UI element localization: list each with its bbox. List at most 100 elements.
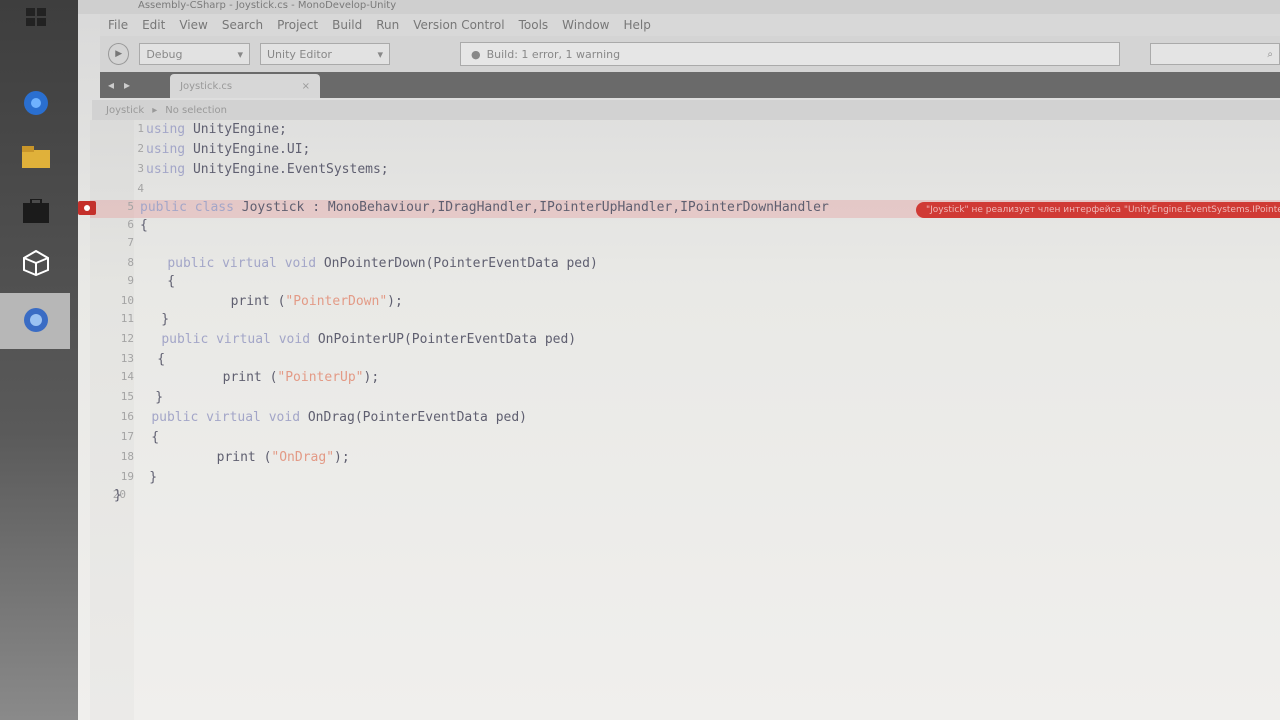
code-line[interactable]: 11 }	[90, 312, 1280, 330]
back-arrow-icon[interactable]: ◂	[108, 78, 114, 98]
code-token: }	[114, 488, 122, 503]
chevron-right-icon: ▸	[152, 104, 158, 116]
code-token: );	[363, 370, 380, 385]
breadcrumb-member[interactable]: No selection	[165, 105, 227, 116]
code-token: : MonoBehaviour,IDragHandler,IPointerUpH…	[312, 200, 829, 215]
menu-window[interactable]: Window	[562, 18, 609, 32]
chrome-icon[interactable]	[18, 88, 54, 118]
target-value: Unity Editor	[267, 47, 332, 61]
code-line[interactable]: 14 print ("PointerUp");	[90, 370, 1280, 388]
code-token: );	[334, 450, 350, 465]
code-token: {	[120, 430, 160, 445]
code-line[interactable]: 10 print ("PointerDown");	[90, 294, 1280, 312]
menu-version-control[interactable]: Version Control	[413, 18, 504, 32]
code-line[interactable]: 1 using UnityEngine;	[90, 122, 1280, 140]
menu-build[interactable]: Build	[332, 18, 362, 32]
code-text: print ("OnDrag");	[154, 450, 350, 465]
code-text: public class Joystick : MonoBehaviour,ID…	[140, 200, 829, 215]
line-number: 7	[127, 236, 134, 249]
code-line[interactable]: 3 using UnityEngine.EventSystems;	[90, 162, 1280, 180]
run-button[interactable]: ▶	[108, 43, 130, 65]
code-line[interactable]: 17 {	[90, 430, 1280, 448]
code-text: {	[140, 218, 148, 233]
menu-run[interactable]: Run	[376, 18, 399, 32]
breadcrumb: Joystick ▸ No selection	[92, 100, 1280, 120]
code-token: using	[146, 122, 186, 137]
code-token: {	[140, 218, 148, 233]
code-line[interactable]: 4	[90, 182, 1280, 200]
chevron-down-icon: ▾	[237, 47, 243, 61]
menu-help[interactable]: Help	[623, 18, 650, 32]
menu-search[interactable]: Search	[222, 18, 263, 32]
code-token: "PointerDown"	[285, 294, 388, 309]
tab-label: Joystick.cs	[180, 80, 233, 92]
menu-bar: File Edit View Search Project Build Run …	[100, 14, 1280, 36]
code-line[interactable]: 18 print ("OnDrag");	[90, 450, 1280, 468]
code-line[interactable]: 13 {	[90, 352, 1280, 370]
code-token: using	[146, 162, 186, 177]
error-dot-icon	[84, 205, 90, 211]
code-token: UnityEngine;	[185, 122, 287, 137]
configuration-select[interactable]: Debug ▾	[139, 43, 250, 65]
folder-icon[interactable]	[18, 142, 54, 172]
code-text: print ("PointerUp");	[160, 370, 380, 385]
code-editor[interactable]: 1 using UnityEngine; 2 using UnityEngine.UI…	[78, 120, 1280, 720]
code-token: );	[387, 294, 403, 309]
code-line[interactable]: 15 }	[90, 390, 1280, 408]
tab-joystick-cs[interactable]: Joystick.cs ×	[170, 74, 321, 98]
error-message-bubble[interactable]: "Joystick" не реализует член интерфейса …	[916, 202, 1280, 218]
code-text: public virtual void OnPointerDown(Pointe…	[136, 256, 598, 271]
line-number: 1	[137, 122, 144, 135]
taskbar	[0, 0, 78, 720]
forward-arrow-icon[interactable]: ▸	[124, 78, 130, 98]
search-input[interactable]: ⌕	[1150, 43, 1280, 65]
code-line[interactable]: 20}	[90, 488, 1280, 506]
menu-tools[interactable]: Tools	[519, 18, 549, 32]
line-number: 4	[137, 182, 144, 195]
error-marker-icon[interactable]	[78, 201, 96, 215]
line-number: 11	[120, 312, 134, 325]
code-token: }	[130, 312, 170, 327]
code-line[interactable]: 9 {	[90, 274, 1280, 292]
code-token: UnityEngine.UI;	[185, 142, 311, 157]
menu-edit[interactable]: Edit	[142, 18, 165, 32]
target-select[interactable]: Unity Editor ▾	[260, 43, 390, 65]
line-number: 5	[127, 200, 134, 213]
windows-icon[interactable]	[18, 2, 54, 32]
play-icon: ▶	[115, 49, 123, 59]
line-number: 9	[127, 274, 134, 287]
code-text: }	[114, 488, 122, 503]
line-number: 18	[120, 450, 134, 463]
code-token: print (	[160, 370, 278, 385]
document-tabs: ◂ ▸ Joystick.cs ×	[100, 72, 1280, 98]
code-line[interactable]: 6{	[90, 218, 1280, 236]
code-text: {	[136, 274, 175, 289]
unity-icon[interactable]	[18, 248, 54, 278]
code-line[interactable]: 8 public virtual void OnPointerDown(Poin…	[90, 256, 1280, 274]
menu-file[interactable]: File	[108, 18, 128, 32]
line-number: 2	[137, 142, 144, 155]
code-token: public virtual void	[161, 332, 311, 347]
code-line[interactable]: 2 using UnityEngine.UI;	[90, 142, 1280, 160]
code-text: {	[120, 430, 159, 445]
monodevelop-icon[interactable]	[18, 305, 54, 335]
code-text: {	[126, 352, 165, 367]
code-line[interactable]: 7	[90, 236, 1280, 254]
store-icon[interactable]	[18, 196, 54, 226]
line-number: 14	[120, 370, 134, 383]
code-token: using	[146, 142, 186, 157]
code-line[interactable]: 5 public class Joystick : MonoBehaviour,I…	[78, 200, 1280, 218]
code-token: OnPointerDown(PointerEventData ped)	[316, 256, 598, 271]
code-line[interactable]: 19 }	[90, 470, 1280, 488]
code-text: public virtual void OnPointerUP(PointerE…	[130, 332, 576, 347]
code-line[interactable]: 16 public virtual void OnDrag(PointerEve…	[90, 410, 1280, 428]
close-icon[interactable]: ×	[302, 81, 310, 92]
menu-project[interactable]: Project	[277, 18, 318, 32]
code-text: }	[130, 312, 169, 327]
breadcrumb-class[interactable]: Joystick	[106, 105, 144, 116]
code-line[interactable]: 12 public virtual void OnPointerUP(Point…	[90, 332, 1280, 350]
toolbar: ▶ Debug ▾ Unity Editor ▾ ● Build: 1 erro…	[100, 36, 1280, 72]
code-token: class	[194, 200, 234, 215]
menu-view[interactable]: View	[179, 18, 207, 32]
status-text: Build: 1 error, 1 warning	[486, 47, 621, 61]
